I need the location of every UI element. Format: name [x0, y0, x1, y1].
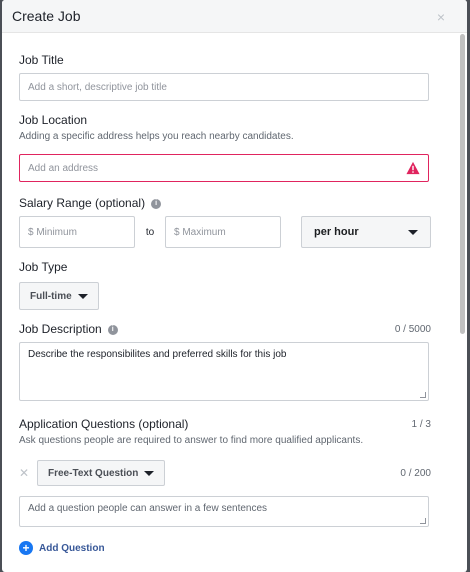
job-title-input[interactable]: Add a short, descriptive job title: [19, 73, 429, 101]
chevron-down-icon: [77, 293, 88, 299]
salary-label-text: Salary Range (optional): [19, 196, 146, 210]
job-description-counter: 0 / 5000: [394, 323, 431, 335]
question-type-dropdown[interactable]: Free-Text Question: [37, 460, 166, 486]
dialog-scrollbar[interactable]: [460, 34, 465, 334]
question-row: ✕ Free-Text Question 0 / 200: [19, 460, 431, 486]
job-description-header: Job Description i 0 / 5000: [19, 322, 431, 336]
info-icon[interactable]: i: [151, 198, 162, 209]
salary-row: $ Minimum to $ Maximum per hour: [19, 216, 431, 248]
application-questions-label: Application Questions (optional): [19, 417, 189, 431]
resize-handle[interactable]: [420, 518, 426, 524]
application-questions-counter: 1 / 3: [411, 418, 431, 430]
info-icon[interactable]: i: [107, 324, 118, 335]
salary-max-input[interactable]: $ Maximum: [165, 216, 281, 248]
job-type-dropdown[interactable]: Full-time: [19, 282, 99, 310]
application-questions-header: Application Questions (optional) 1 / 3: [19, 417, 431, 431]
create-job-dialog: Create Job × Job Title Add a short, desc…: [2, 0, 467, 572]
dialog-title: Create Job: [12, 8, 81, 24]
job-location-sublabel: Adding a specific address helps you reac…: [19, 131, 294, 142]
question-type-value: Free-Text Question: [48, 467, 139, 479]
salary-label: Salary Range (optional) i: [19, 196, 431, 210]
warning-icon: [406, 161, 420, 175]
job-location-input[interactable]: Add an address: [19, 154, 429, 182]
job-description-label-text: Job Description: [19, 322, 102, 336]
question-counter: 0 / 200: [400, 467, 431, 479]
resize-handle[interactable]: [420, 392, 426, 398]
job-type-value: Full-time: [30, 290, 72, 302]
job-description-label: Job Description i: [19, 322, 118, 336]
question-placeholder: Add a question people can answer in a fe…: [28, 503, 268, 514]
job-location-label: Job Location: [19, 113, 88, 127]
salary-min-placeholder: $ Minimum: [28, 226, 77, 238]
remove-question-icon[interactable]: ✕: [19, 466, 37, 480]
salary-min-input[interactable]: $ Minimum: [19, 216, 135, 248]
salary-to-label: to: [145, 226, 155, 238]
salary-max-placeholder: $ Maximum: [174, 226, 226, 238]
job-location-placeholder: Add an address: [28, 162, 99, 174]
add-question-button[interactable]: + Add Question: [19, 541, 431, 555]
close-icon[interactable]: ×: [437, 9, 445, 25]
question-textarea[interactable]: Add a question people can answer in a fe…: [19, 496, 429, 527]
plus-circle-icon: +: [19, 541, 33, 555]
job-title-placeholder: Add a short, descriptive job title: [28, 81, 167, 93]
chevron-down-icon: [144, 470, 155, 476]
job-title-label: Job Title: [19, 53, 64, 67]
dialog-header: Create Job ×: [2, 0, 467, 33]
salary-period-dropdown[interactable]: per hour: [301, 216, 431, 248]
job-description-textarea[interactable]: Describe the responsibilites and preferr…: [19, 342, 429, 401]
chevron-down-icon: [408, 229, 418, 235]
salary-period-value: per hour: [314, 226, 359, 238]
job-description-text: Describe the responsibilites and preferr…: [28, 349, 287, 360]
add-question-label: Add Question: [39, 542, 105, 554]
dialog-body: Job Title Add a short, descriptive job t…: [2, 53, 467, 572]
job-type-label: Job Type: [19, 260, 68, 274]
application-questions-sublabel: Ask questions people are required to ans…: [19, 435, 364, 446]
